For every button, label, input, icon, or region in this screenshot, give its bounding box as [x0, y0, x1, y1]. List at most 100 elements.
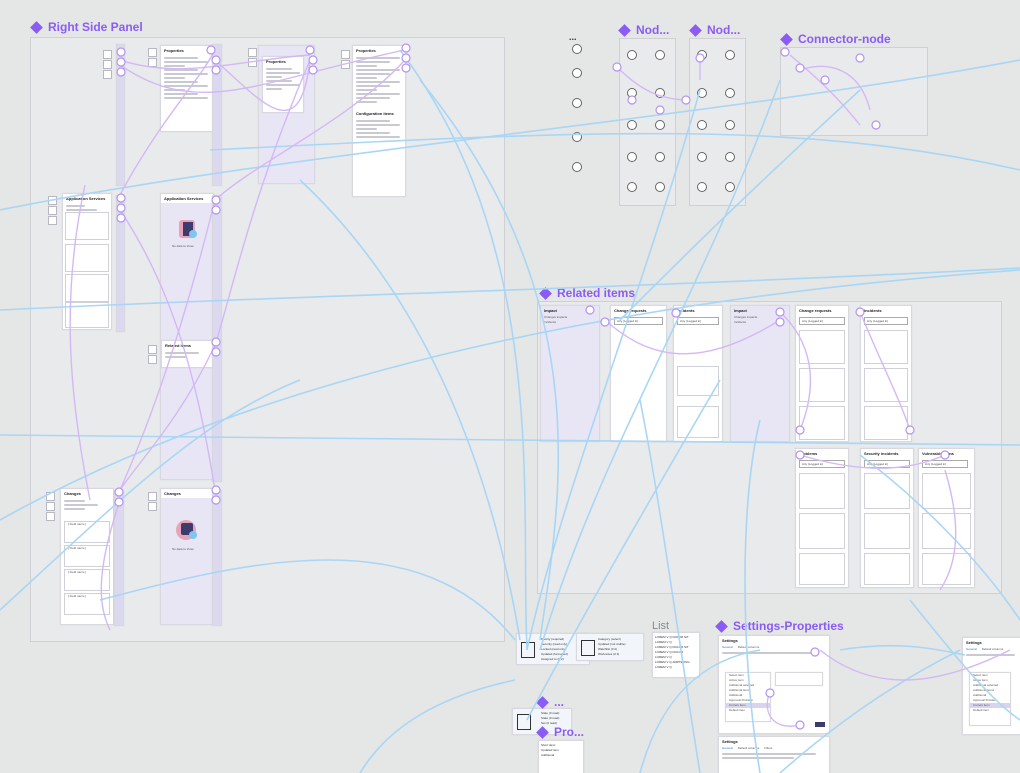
node-icon[interactable]: [655, 182, 665, 192]
settings-list[interactable]: Select item Active item Additional selec…: [969, 672, 1011, 726]
tab-general[interactable]: General: [722, 746, 733, 751]
node-icon[interactable]: [655, 152, 665, 162]
settings-dialog-2[interactable]: Settings General Default columns Filters: [718, 736, 830, 773]
toolbar-button[interactable]: [148, 58, 157, 67]
node-icon[interactable]: [627, 182, 637, 192]
changes-frame[interactable]: Changes [ Field name ] [ Field name ] [ …: [60, 488, 114, 625]
node-icon[interactable]: [725, 152, 735, 162]
impact-frame[interactable]: Impact Changes impacts Incidents: [540, 305, 600, 442]
node-icon[interactable]: [725, 88, 735, 98]
toolbar-button[interactable]: [148, 48, 157, 57]
form-card-d[interactable]: Short desc Updated item Additional: [538, 740, 584, 773]
change-requests-frame[interactable]: Change requests Any (Logged in): [610, 305, 667, 442]
record-card[interactable]: [799, 473, 845, 509]
section-title-connector-node[interactable]: Connector-node: [780, 32, 891, 46]
impact-frame-2[interactable]: Impact Changes impacts Incidents: [730, 305, 790, 442]
filter-select[interactable]: Any (Logged in): [614, 317, 663, 325]
toolbar-button[interactable]: [341, 50, 350, 59]
security-incidents-frame[interactable]: Security incidents Any (Logged in): [860, 448, 914, 588]
change-card[interactable]: [ Field name ]: [64, 521, 110, 543]
connector-node-frame[interactable]: [780, 47, 928, 136]
node-icon[interactable]: [697, 182, 707, 192]
record-card[interactable]: [799, 553, 845, 585]
node-icon[interactable]: [572, 44, 582, 54]
filter-select[interactable]: Any (Logged in): [677, 317, 719, 325]
filter-select[interactable]: Any (Logged in): [864, 460, 910, 468]
toolbar-button[interactable]: [248, 58, 257, 67]
record-card[interactable]: [922, 473, 971, 509]
settings-select[interactable]: [775, 672, 823, 686]
node-icon[interactable]: [627, 152, 637, 162]
toolbar-button[interactable]: [46, 492, 55, 501]
service-card[interactable]: [65, 244, 109, 272]
section-title-nodes-1[interactable]: Nod...: [618, 23, 669, 37]
filter-select[interactable]: Any (Logged in): [922, 460, 968, 468]
node-icon[interactable]: [627, 120, 637, 130]
toolbar-button[interactable]: [148, 492, 157, 501]
section-title-settings-properties[interactable]: Settings-Properties: [715, 619, 844, 633]
filter-select[interactable]: Any (Logged in): [864, 317, 908, 325]
settings-dialog-3[interactable]: Settings General Default columns Select …: [962, 637, 1020, 735]
record-card[interactable]: [677, 406, 719, 438]
service-card[interactable]: [65, 212, 109, 240]
record-card[interactable]: [922, 553, 971, 585]
tab-default-columns[interactable]: Default columns: [982, 647, 1004, 652]
toolbar-button[interactable]: [103, 60, 112, 69]
toolbar-button[interactable]: [103, 50, 112, 59]
incidents-frame-2[interactable]: Incidents Any (Logged in): [860, 305, 912, 442]
node-icon[interactable]: [697, 152, 707, 162]
toolbar-button[interactable]: [341, 60, 350, 69]
vulnerable-items-frame[interactable]: Vulnerable items Any (Logged in): [918, 448, 975, 588]
section-title-dots[interactable]: ...: [536, 695, 564, 709]
toolbar-button[interactable]: [148, 355, 157, 364]
node-icon[interactable]: [697, 120, 707, 130]
design-canvas[interactable]: Right Side Panel Properties Properties P…: [0, 0, 1020, 773]
settings-list-item[interactable]: Default item: [726, 708, 770, 713]
node-icon[interactable]: [627, 88, 637, 98]
record-card[interactable]: [922, 513, 971, 549]
tab-general[interactable]: General: [722, 645, 733, 650]
section-title-nodes-2[interactable]: Nod...: [689, 23, 740, 37]
form-card-b[interactable]: Category (select) Updated (not visible) …: [576, 633, 644, 661]
tab-filters[interactable]: Filters: [764, 746, 772, 751]
change-card[interactable]: [ Field name ]: [64, 593, 110, 615]
tab-default-columns[interactable]: Default columns: [738, 645, 760, 650]
record-card[interactable]: [799, 513, 845, 549]
node-icon[interactable]: [655, 88, 665, 98]
toolbar-button[interactable]: [103, 70, 112, 79]
node-icon[interactable]: [655, 50, 665, 60]
node-icon[interactable]: [572, 162, 582, 172]
node-icon[interactable]: [725, 50, 735, 60]
filter-select[interactable]: Any (Logged in): [799, 460, 845, 468]
toolbar-button[interactable]: [48, 196, 57, 205]
record-card[interactable]: [864, 406, 908, 440]
changes-frame-2[interactable]: Changes No data to show: [160, 488, 214, 625]
tab-general[interactable]: General: [966, 647, 977, 652]
toolbar-button[interactable]: [46, 512, 55, 521]
node-icon[interactable]: [572, 98, 582, 108]
record-card[interactable]: [864, 553, 910, 585]
properties-frame-3[interactable]: Properties Configuration items: [352, 45, 406, 197]
properties-frame-2[interactable]: Properties: [258, 45, 315, 184]
section-title-right-side-panel[interactable]: Right Side Panel: [30, 20, 143, 34]
node-icon[interactable]: [725, 120, 735, 130]
node-icon[interactable]: [655, 120, 665, 130]
toolbar-button[interactable]: [248, 48, 257, 57]
record-card[interactable]: [864, 330, 908, 364]
section-title-pro[interactable]: Pro...: [536, 725, 584, 739]
record-card[interactable]: [677, 366, 719, 396]
list-frame[interactable]: LOREM V Q DOLOR SIT LOREM V Q LOREM V Q …: [652, 632, 700, 678]
record-card[interactable]: [799, 330, 845, 364]
record-card[interactable]: [864, 473, 910, 509]
node-icon[interactable]: [725, 182, 735, 192]
node-icon[interactable]: [697, 50, 707, 60]
node-icon[interactable]: [627, 50, 637, 60]
node-icon[interactable]: [572, 132, 582, 142]
problems-frame[interactable]: Problems Any (Logged in): [795, 448, 849, 588]
section-title-related-items[interactable]: Related items: [539, 286, 635, 300]
change-card[interactable]: [ Field name ]: [64, 545, 110, 567]
change-card[interactable]: [ Field name ]: [64, 569, 110, 591]
node-icon[interactable]: [697, 88, 707, 98]
toolbar-button[interactable]: [148, 502, 157, 511]
record-card[interactable]: [799, 406, 845, 440]
